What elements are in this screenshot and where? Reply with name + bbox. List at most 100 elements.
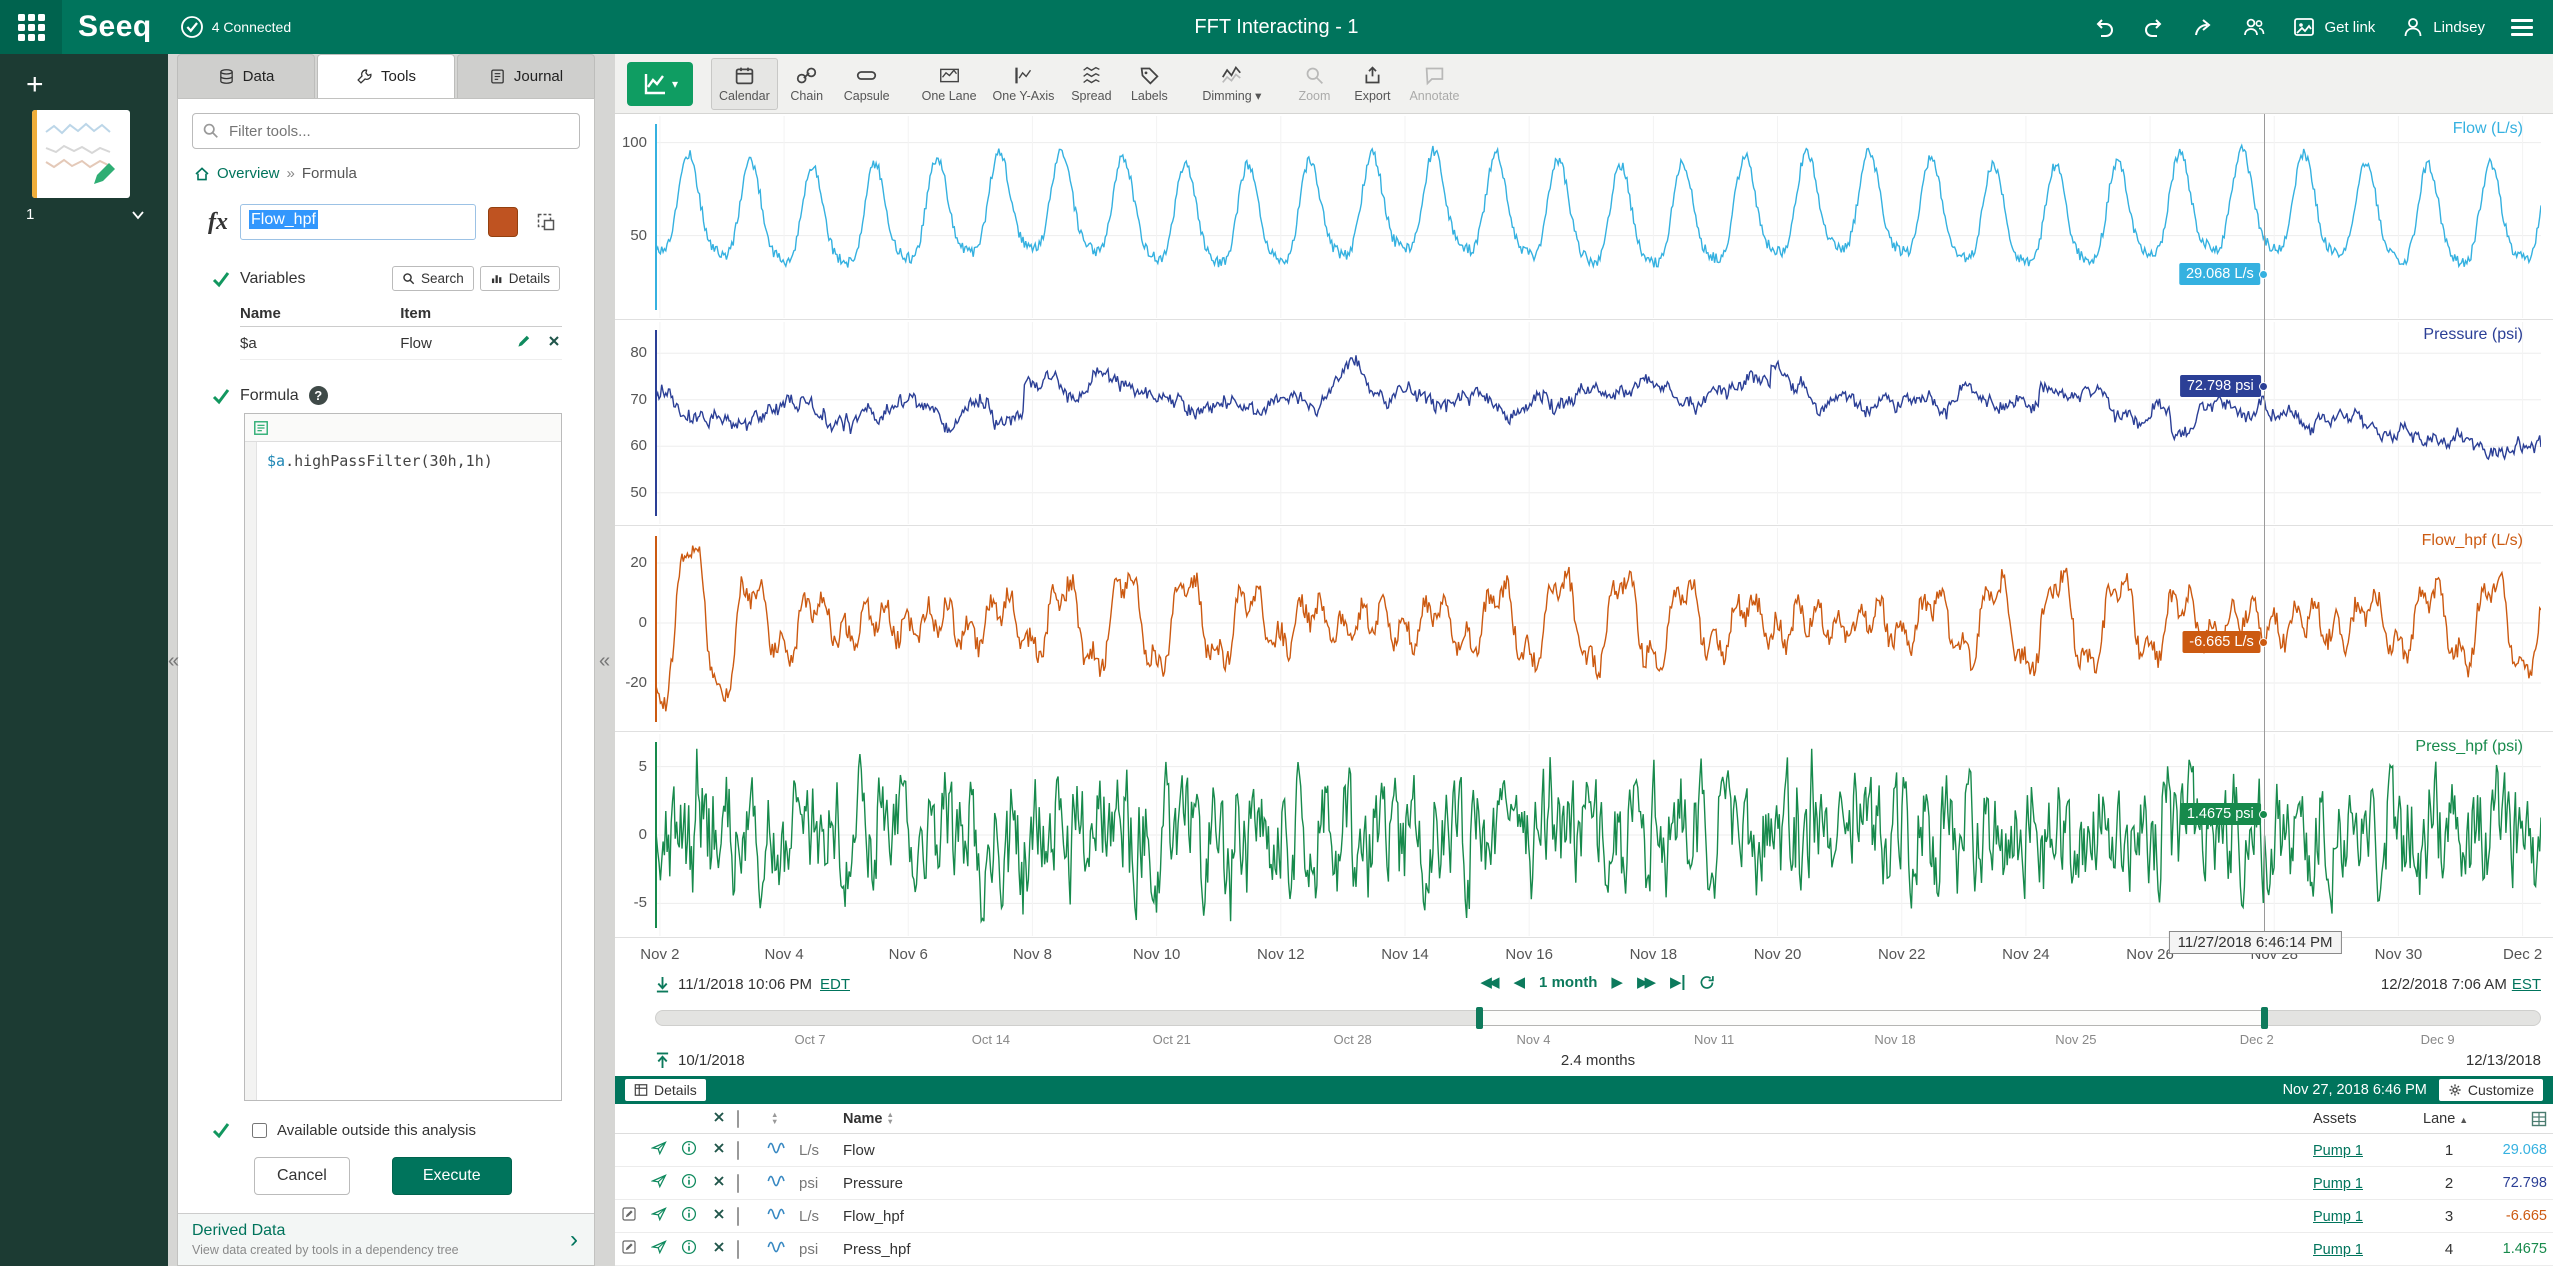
chart-lane-flow_hpf[interactable]: 200-20Flow_hpf (L/s) (615, 526, 2553, 732)
chevron-down-icon[interactable] (130, 207, 146, 223)
refresh-icon[interactable] (1699, 974, 1716, 991)
share-forward-icon[interactable] (2192, 15, 2216, 39)
remove-item-icon[interactable] (711, 1206, 727, 1222)
tab-tools[interactable]: Tools (317, 54, 455, 98)
duration-label[interactable]: 1 month (1539, 974, 1597, 991)
step-back-full-icon[interactable]: ◀◀ (1480, 975, 1499, 990)
chart-lane-flow[interactable]: 10050Flow (L/s) (615, 114, 2553, 320)
asset-link[interactable]: Pump 1 (2313, 1176, 2363, 1192)
formula-code[interactable]: $a.highPassFilter(30h,1h) (257, 442, 503, 1100)
remove-item-icon[interactable] (711, 1239, 727, 1255)
capsule-button[interactable]: Capsule (836, 58, 898, 110)
lane-label[interactable]: Flow (L/s) (2453, 120, 2523, 138)
row-checkbox[interactable] (737, 1240, 739, 1259)
step-forward-half-icon[interactable]: ▶ (1611, 975, 1623, 990)
tab-journal[interactable]: Journal (457, 54, 595, 98)
variables-search-button[interactable]: Search (392, 266, 474, 291)
available-outside-checkbox[interactable] (252, 1123, 267, 1138)
display-range-end[interactable]: 12/2/2018 7:06 AM (2381, 976, 2507, 993)
scrollbar-handle-left[interactable] (1476, 1007, 1483, 1029)
send-item-icon[interactable] (651, 1206, 667, 1222)
collapse-panel-icon[interactable]: « (599, 650, 610, 673)
details-col-name[interactable]: Name▲▼ (843, 1111, 2313, 1127)
investigate-start[interactable]: 10/1/2018 (678, 1052, 745, 1069)
remove-variable-icon[interactable] (546, 333, 562, 349)
item-name[interactable]: Flow (843, 1142, 2313, 1159)
row-checkbox[interactable] (737, 1207, 739, 1226)
hamburger-menu-icon[interactable] (2511, 19, 2533, 36)
step-back-half-icon[interactable]: ◀ (1514, 975, 1526, 990)
dimming-button[interactable]: Dimming ▾ (1194, 58, 1269, 110)
edit-item-icon[interactable] (621, 1206, 637, 1222)
remove-all-icon[interactable] (711, 1109, 727, 1125)
item-info-icon[interactable] (681, 1239, 697, 1255)
color-swatch-button[interactable] (488, 207, 518, 237)
item-info-icon[interactable] (681, 1140, 697, 1156)
app-switcher-button[interactable] (0, 0, 62, 54)
step-to-now-icon[interactable]: ▶ (1670, 975, 1685, 990)
lane-label[interactable]: Pressure (psi) (2423, 326, 2523, 344)
breadcrumb-overview-link[interactable]: Overview (217, 165, 280, 182)
home-icon[interactable] (194, 166, 210, 182)
table-columns-icon[interactable] (2531, 1111, 2547, 1127)
tab-data[interactable]: Data (177, 54, 315, 98)
help-icon[interactable]: ? (309, 386, 328, 405)
details-row-flow[interactable]: L/sFlowPump 1129.068 (615, 1134, 2553, 1167)
spread-button[interactable]: Spread (1062, 58, 1120, 110)
row-checkbox[interactable] (737, 1174, 739, 1193)
lane-label[interactable]: Press_hpf (psi) (2415, 738, 2523, 756)
undo-icon[interactable] (2092, 15, 2116, 39)
send-item-icon[interactable] (651, 1140, 667, 1156)
user-menu[interactable]: Lindsey (2401, 15, 2485, 39)
add-worksheet-button[interactable]: + (26, 72, 44, 98)
labels-button[interactable]: Labels (1120, 58, 1178, 110)
asset-link[interactable]: Pump 1 (2313, 1209, 2363, 1225)
cancel-button[interactable]: Cancel (254, 1157, 350, 1195)
item-info-icon[interactable] (681, 1173, 697, 1189)
customize-button[interactable]: Customize (2439, 1079, 2543, 1101)
chart-lanes[interactable]: 10050Flow (L/s)29.068 L/s80706050Pressur… (615, 114, 2553, 938)
investigate-end[interactable]: 12/13/2018 (2466, 1052, 2541, 1069)
redo-icon[interactable] (2142, 15, 2166, 39)
details-row-flow_hpf[interactable]: L/sFlow_hpfPump 13-6.665 (615, 1200, 2553, 1233)
step-forward-full-icon[interactable]: ▶▶ (1637, 975, 1656, 990)
remove-item-icon[interactable] (711, 1173, 727, 1189)
select-all-checkbox[interactable] (737, 1110, 739, 1128)
signal-plot-pressure[interactable] (655, 320, 2541, 526)
item-name[interactable]: Flow_hpf (843, 1208, 2313, 1225)
variables-details-button[interactable]: Details (480, 266, 560, 291)
details-col-lane[interactable]: Lane▲ (2423, 1111, 2475, 1127)
chain-button[interactable]: Chain (778, 58, 836, 110)
name-input[interactable]: Flow_hpf (240, 204, 476, 240)
details-col-assets[interactable]: Assets (2313, 1111, 2423, 1127)
item-picker-icon[interactable] (530, 207, 562, 237)
details-row-pressure[interactable]: psiPressurePump 1272.798 (615, 1167, 2553, 1200)
one-lane-button[interactable]: One Lane (914, 58, 985, 110)
calendar-button[interactable]: Calendar (711, 58, 778, 110)
details-title-chip[interactable]: Details (625, 1079, 706, 1101)
signal-icon[interactable] (767, 1174, 787, 1188)
chevron-right-icon[interactable]: › (570, 1226, 578, 1254)
chart-lane-pressure[interactable]: 80706050Pressure (psi) (615, 320, 2553, 526)
send-item-icon[interactable] (651, 1239, 667, 1255)
chart-lane-press_hpf[interactable]: 50-5 Press_hpf (psi) (615, 732, 2553, 938)
details-row-press_hpf[interactable]: psiPress_hpfPump 141.4675 (615, 1233, 2553, 1266)
item-name[interactable]: Pressure (843, 1175, 2313, 1192)
timezone-end-link[interactable]: EST (2512, 976, 2541, 993)
filter-tools-input[interactable] (192, 113, 580, 149)
item-info-icon[interactable] (681, 1206, 697, 1222)
collapse-tools-panel-icon[interactable]: « (168, 650, 179, 673)
one-yaxis-button[interactable]: One Y-Axis (985, 58, 1063, 110)
item-name[interactable]: Press_hpf (843, 1241, 2313, 1258)
scrollbar-selection[interactable] (1480, 1010, 2265, 1026)
y-axis-press_hpf[interactable]: 50-5 (615, 732, 655, 938)
get-link-button[interactable]: Get link (2292, 15, 2375, 39)
derived-data-panel[interactable]: Derived Data View data created by tools … (178, 1213, 594, 1265)
edit-variable-icon[interactable] (516, 333, 532, 349)
formula-editor[interactable]: $a.highPassFilter(30h,1h) (244, 413, 562, 1101)
export-button[interactable]: Export (1343, 58, 1401, 110)
remove-item-icon[interactable] (711, 1140, 727, 1156)
users-icon[interactable] (2242, 15, 2266, 39)
trend-view-button[interactable]: ▾ (627, 62, 693, 106)
signal-icon[interactable] (767, 1240, 787, 1254)
